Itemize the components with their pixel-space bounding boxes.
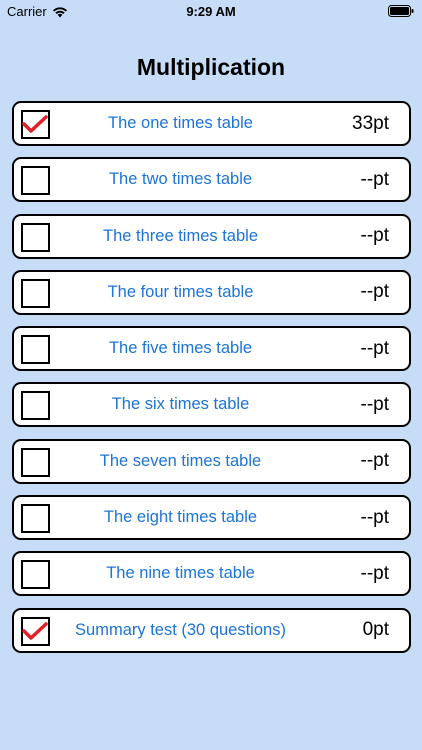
app-screen: Carrier 9:29 AM Multiplication The one t… [0,0,422,750]
status-time: 9:29 AM [186,4,236,19]
list-item[interactable]: The four times table --pt [12,269,411,315]
row-score: --pt [360,506,390,528]
checkmark-icon [22,621,48,640]
checkbox[interactable] [21,166,50,196]
row-score: --pt [360,225,390,247]
row-score: --pt [360,562,390,584]
checkbox[interactable] [21,335,50,365]
row-score: --pt [360,450,390,472]
row-label[interactable]: The eight times table [58,508,303,527]
row-score: --pt [360,393,390,415]
row-label[interactable]: The two times table [58,170,303,189]
checkbox[interactable] [21,222,50,252]
row-label[interactable]: The three times table [58,227,303,246]
list-item[interactable]: The seven times table --pt [12,438,411,484]
status-bar: Carrier 9:29 AM [0,0,422,22]
row-score: --pt [360,281,390,303]
checkbox[interactable] [21,447,50,477]
row-label[interactable]: The four times table [58,283,303,302]
page-title: Multiplication [136,54,286,80]
checkbox[interactable] [21,278,50,308]
row-label[interactable]: The one times table [58,114,303,133]
row-label[interactable]: The seven times table [58,452,303,471]
battery-icon [388,5,414,17]
list-item[interactable]: The two times table --pt [12,157,411,203]
row-label[interactable]: Summary test (30 questions) [58,621,303,640]
list-item[interactable]: The eight times table --pt [12,495,411,541]
list-item[interactable]: The six times table --pt [12,382,411,428]
checkbox[interactable] [21,616,50,646]
checkbox[interactable] [21,504,50,534]
row-label[interactable]: The six times table [58,395,303,414]
row-score: 33pt [352,112,389,134]
row-score: 0pt [362,619,389,641]
checkmark-icon [22,115,48,133]
times-table-list: The one times table 33pt The two times tab… [12,101,411,664]
row-label[interactable]: The nine times table [58,564,303,583]
list-item[interactable]: Summary test (30 questions) 0pt [12,607,411,653]
list-item[interactable]: The five times table --pt [12,326,411,372]
list-item[interactable]: The nine times table --pt [12,551,411,597]
row-label[interactable]: The five times table [58,339,303,358]
checkbox[interactable] [21,560,50,590]
list-item[interactable]: The three times table --pt [12,213,411,259]
checkbox[interactable] [21,391,50,421]
row-score: --pt [360,168,390,190]
checkbox[interactable] [21,110,50,139]
list-item[interactable]: The one times table 33pt [12,101,411,146]
row-score: --pt [360,337,390,359]
